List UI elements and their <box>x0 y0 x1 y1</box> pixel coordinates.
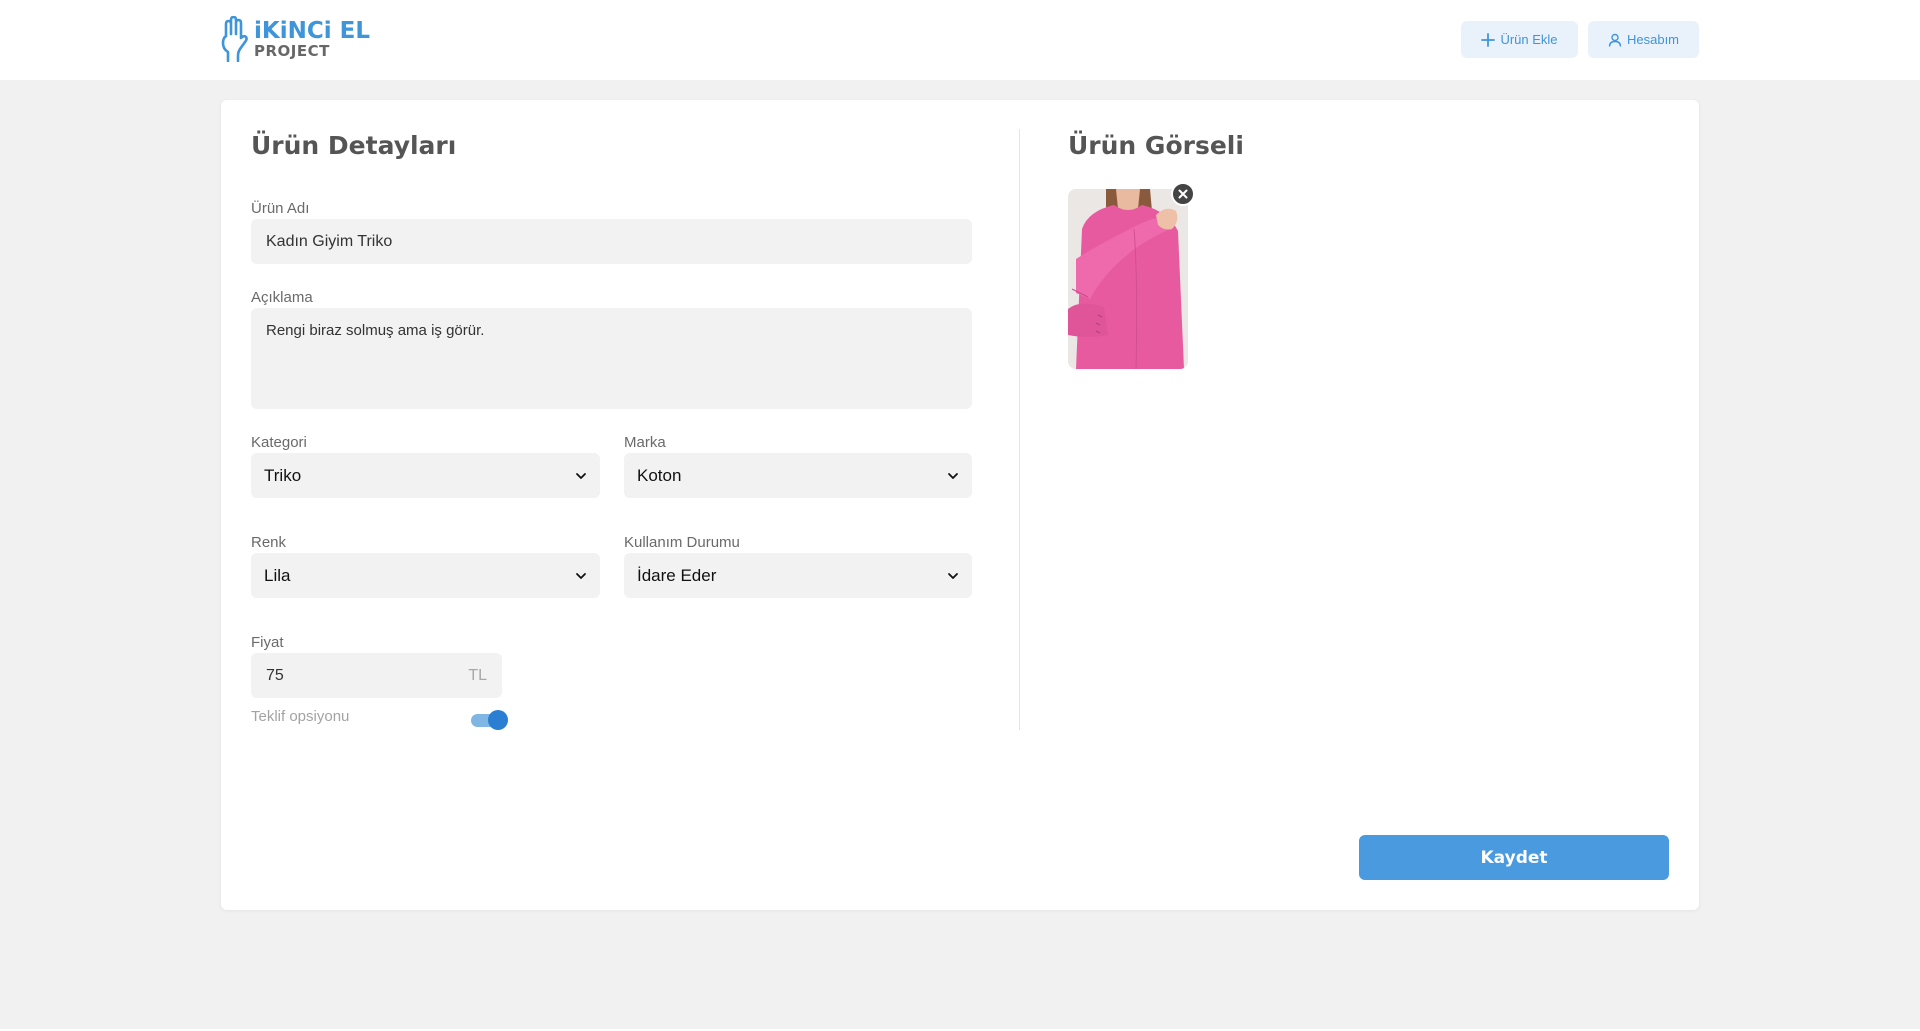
product-name-value: Kadın Giyim Triko <box>266 232 393 250</box>
category-label: Kategori <box>251 434 307 451</box>
toggle-knob <box>488 710 508 730</box>
price-label: Fiyat <box>251 634 284 651</box>
top-header: iKiNCi EL PROJECT Ürün Ekle Hesabım <box>0 0 1920 80</box>
chevron-down-icon <box>948 472 958 479</box>
description-label: Açıklama <box>251 289 313 306</box>
description-textarea[interactable]: Rengi biraz solmuş ama iş görür. <box>251 308 972 409</box>
hand-logo-icon <box>221 16 248 62</box>
price-input[interactable]: 75 TL <box>251 653 502 698</box>
user-icon <box>1608 33 1622 47</box>
offer-option-label: Teklif opsiyonu <box>251 708 350 725</box>
color-select[interactable]: Lila <box>251 553 600 598</box>
save-button[interactable]: Kaydet <box>1359 835 1669 880</box>
pink-sweater-photo <box>1068 189 1188 369</box>
chevron-down-icon <box>576 472 586 479</box>
description-value: Rengi biraz solmuş ama iş görür. <box>266 322 485 339</box>
close-icon <box>1178 189 1188 199</box>
add-product-label: Ürün Ekle <box>1500 32 1558 47</box>
logo-title: iKiNCi EL <box>254 17 370 44</box>
color-label: Renk <box>251 534 287 551</box>
chevron-down-icon <box>576 572 586 579</box>
account-label: Hesabım <box>1626 32 1680 47</box>
chevron-down-icon <box>948 572 958 579</box>
offer-option-toggle[interactable] <box>470 710 508 730</box>
logo-text: iKiNCi EL PROJECT <box>254 17 370 60</box>
product-name-label: Ürün Adı <box>251 200 310 217</box>
condition-value: İdare Eder <box>637 565 717 585</box>
remove-image-button[interactable] <box>1171 182 1195 206</box>
plus-icon <box>1481 32 1496 47</box>
image-section-title: Ürün Görseli <box>1068 131 1244 160</box>
condition-select[interactable]: İdare Eder <box>624 553 972 598</box>
details-title: Ürün Detayları <box>251 131 457 160</box>
category-select[interactable]: Triko <box>251 453 600 498</box>
brand-logo[interactable]: iKiNCi EL PROJECT <box>220 14 370 64</box>
color-value: Lila <box>264 565 291 585</box>
brand-value: Koton <box>637 465 682 485</box>
product-name-input[interactable]: Kadın Giyim Triko <box>251 219 972 264</box>
condition-label: Kullanım Durumu <box>624 534 740 551</box>
product-image-thumbnail[interactable] <box>1068 189 1188 369</box>
column-divider <box>1019 129 1020 730</box>
category-value: Triko <box>264 465 302 485</box>
add-product-button[interactable]: Ürün Ekle <box>1461 21 1578 58</box>
price-unit: TL <box>468 666 487 684</box>
brand-label: Marka <box>624 434 666 451</box>
brand-select[interactable]: Koton <box>624 453 972 498</box>
price-value: 75 <box>266 666 284 684</box>
logo-subtitle: PROJECT <box>254 41 330 60</box>
account-button[interactable]: Hesabım <box>1588 21 1699 58</box>
